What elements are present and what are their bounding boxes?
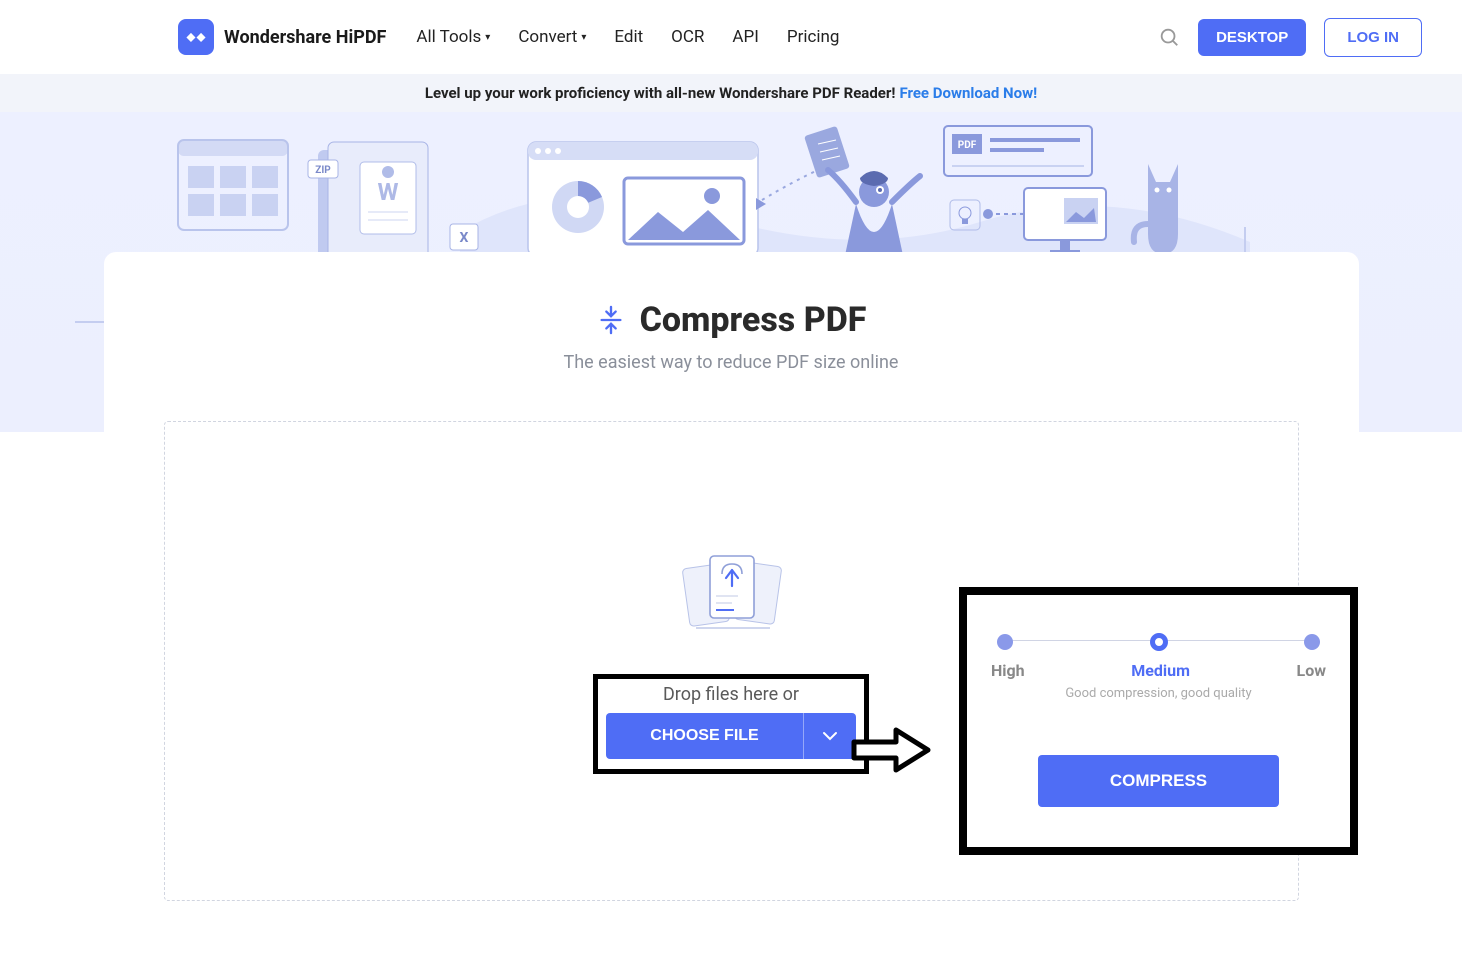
slider-medium[interactable] — [1150, 633, 1168, 651]
main-nav: All Tools ▾ Convert ▾ Edit OCR API Pricing — [416, 27, 839, 47]
arrow-annotation — [848, 720, 938, 780]
choose-file-button[interactable]: CHOOSE FILE — [606, 713, 802, 759]
compression-panel: High Medium Low Good compression, good q… — [959, 587, 1358, 855]
search-icon[interactable] — [1158, 26, 1180, 48]
svg-text:PDF: PDF — [958, 140, 977, 151]
label-high: High — [991, 661, 1025, 680]
chevron-down-icon — [822, 731, 838, 741]
desktop-button[interactable]: DESKTOP — [1198, 19, 1306, 56]
banner-link[interactable]: Free Download Now! — [899, 84, 1037, 102]
nav-pricing[interactable]: Pricing — [787, 27, 840, 47]
login-button[interactable]: LOG IN — [1324, 18, 1422, 57]
page-title: Compress PDF — [640, 300, 867, 340]
nav-all-tools-label: All Tools — [416, 27, 481, 47]
page-title-row: Compress PDF — [104, 300, 1359, 340]
header-actions: DESKTOP LOG IN — [1158, 18, 1422, 57]
brand-name: Wondershare HiPDF — [224, 27, 386, 48]
nav-api[interactable]: API — [732, 27, 758, 47]
compress-button[interactable]: COMPRESS — [1038, 755, 1279, 807]
slider-low[interactable] — [1304, 634, 1320, 650]
compress-icon — [596, 305, 626, 335]
nav-ocr-label: OCR — [671, 27, 704, 47]
nav-api-label: API — [732, 27, 758, 47]
header: Wondershare HiPDF All Tools ▾ Convert ▾ Ed… — [0, 0, 1462, 74]
svg-text:X: X — [460, 230, 469, 246]
nav-pricing-label: Pricing — [787, 27, 840, 47]
dropzone-hint: Drop files here or — [663, 684, 799, 705]
banner-text: Level up your work proficiency with all-… — [425, 84, 896, 102]
nav-ocr[interactable]: OCR — [671, 27, 704, 47]
svg-text:ZIP: ZIP — [315, 165, 331, 176]
upload-illustration — [676, 548, 786, 638]
choose-file-group: CHOOSE FILE — [606, 713, 855, 759]
promo-banner: Level up your work proficiency with all-… — [0, 74, 1462, 112]
label-low: Low — [1297, 661, 1326, 680]
logo[interactable]: Wondershare HiPDF — [178, 19, 386, 55]
slider-high[interactable] — [997, 634, 1013, 650]
page-subtitle: The easiest way to reduce PDF size onlin… — [104, 352, 1359, 373]
compression-description: Good compression, good quality — [991, 686, 1326, 701]
label-medium: Medium — [1131, 661, 1190, 680]
svg-text:W: W — [378, 178, 399, 206]
nav-convert-label: Convert — [518, 27, 577, 47]
choose-file-annotation: Drop files here or CHOOSE FILE — [593, 674, 868, 774]
slider-labels: High Medium Low — [991, 661, 1326, 680]
chevron-down-icon: ▾ — [485, 32, 490, 43]
nav-edit[interactable]: Edit — [614, 27, 643, 47]
nav-all-tools[interactable]: All Tools ▾ — [416, 27, 490, 47]
nav-edit-label: Edit — [614, 27, 643, 47]
nav-convert[interactable]: Convert ▾ — [518, 27, 586, 47]
compression-slider — [997, 633, 1320, 651]
chevron-down-icon: ▾ — [581, 32, 586, 43]
logo-icon — [178, 19, 214, 55]
